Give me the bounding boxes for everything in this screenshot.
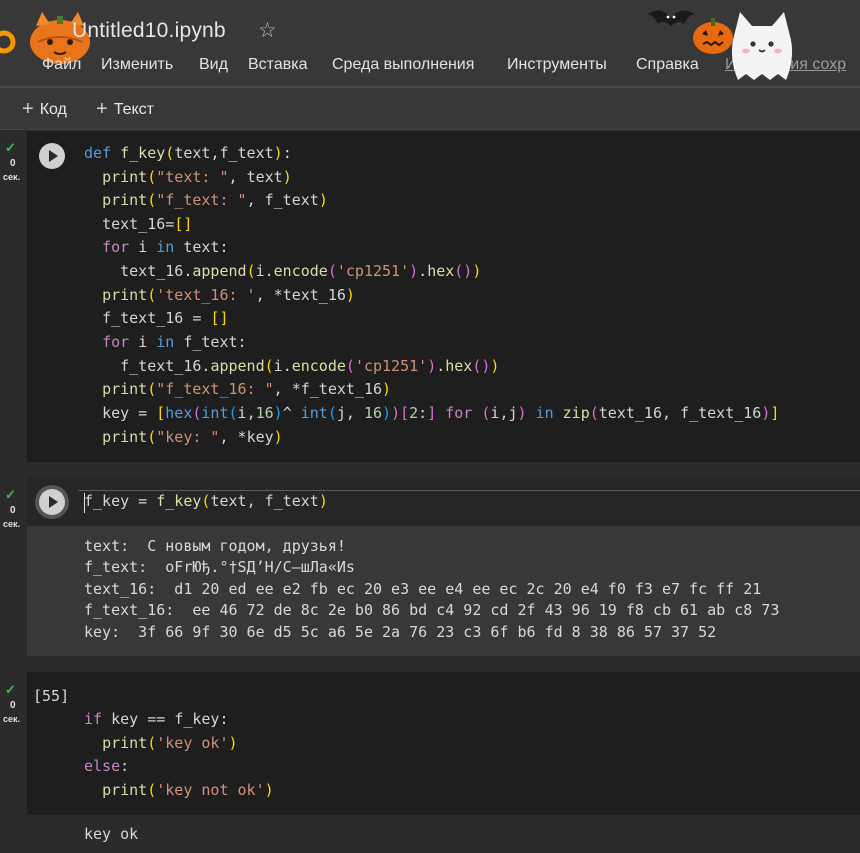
code-line: key = [hex(int(i,16)^ int(j, 16))[2:] fo… bbox=[102, 404, 780, 422]
check-icon: ✓ bbox=[5, 140, 16, 155]
execution-count: [55] bbox=[33, 687, 70, 705]
code-line: print("text: ", text) bbox=[102, 168, 292, 186]
app-header: Untitled10.ipynb ☆ Файл Изменить Вид Вст… bbox=[0, 0, 860, 86]
code-line: print("key: ", *key) bbox=[102, 428, 283, 446]
output-line: f_text_16: ee 46 72 de 8c 2e b0 86 bd c4… bbox=[84, 601, 780, 619]
exec-time-unit: сек. bbox=[3, 519, 21, 529]
check-icon: ✓ bbox=[5, 487, 16, 502]
menu-tools[interactable]: Инструменты bbox=[507, 56, 607, 74]
star-icon[interactable]: ☆ bbox=[258, 18, 277, 43]
menu-file[interactable]: Файл bbox=[42, 56, 81, 74]
cell-output bbox=[27, 815, 860, 853]
output-line: key ok bbox=[84, 825, 139, 843]
notebook-toolbar: + Код + Текст bbox=[0, 88, 860, 130]
menu-view[interactable]: Вид bbox=[199, 56, 228, 74]
code-line: print("f_text: ", f_text) bbox=[102, 191, 328, 209]
add-text-label: Текст bbox=[113, 101, 154, 118]
menu-runtime[interactable]: Среда выполнения bbox=[332, 56, 474, 74]
menu-insert[interactable]: Вставка bbox=[248, 56, 307, 74]
code-line: print('key not ok') bbox=[102, 781, 274, 799]
menu-edit[interactable]: Изменить bbox=[101, 56, 173, 74]
run-cell-button[interactable] bbox=[39, 489, 65, 515]
exec-time-unit: сек. bbox=[3, 172, 21, 182]
code-line: text_16.append(i.encode('cp1251').hex()) bbox=[120, 262, 482, 280]
run-cell-button[interactable] bbox=[39, 143, 65, 169]
exec-time-value: 0 bbox=[10, 158, 16, 169]
output-line: key: 3f 66 9f 30 6e d5 5c a6 5e 2a 76 23… bbox=[84, 623, 717, 641]
code-line: f_text_16 = [] bbox=[102, 309, 229, 327]
code-line: print('text_16: ', *text_16) bbox=[102, 286, 355, 304]
code-line: for i in f_text: bbox=[102, 333, 247, 351]
exec-time-value: 0 bbox=[10, 700, 16, 711]
code-line: f_key = f_key(text, f_text) bbox=[84, 492, 328, 510]
output-line: text: С новым годом, друзья! bbox=[84, 537, 346, 555]
code-line: if key == f_key: bbox=[84, 710, 229, 728]
code-line: text_16=[] bbox=[102, 215, 193, 233]
output-line: text_16: d1 20 ed ee e2 fb ec 20 e3 ee e… bbox=[84, 580, 762, 598]
plus-icon: + bbox=[96, 98, 108, 120]
drive-logo-icon[interactable] bbox=[0, 22, 22, 62]
output-line: f_text: оFrЮђ.°†SД’Н/С–шЛа«Иs bbox=[84, 558, 355, 576]
add-code-button[interactable]: + Код bbox=[22, 97, 67, 120]
code-line: else: bbox=[84, 757, 130, 775]
code-line: print('key ok') bbox=[102, 734, 238, 752]
exec-time-value: 0 bbox=[10, 505, 16, 516]
check-icon: ✓ bbox=[5, 682, 16, 697]
notebook-title[interactable]: Untitled10.ipynb bbox=[72, 19, 226, 43]
ghost-cat-icon bbox=[731, 12, 793, 80]
add-text-button[interactable]: + Текст bbox=[96, 97, 154, 120]
plus-icon: + bbox=[22, 98, 34, 120]
code-line: f_text_16.append(i.encode('cp1251').hex(… bbox=[120, 357, 500, 375]
code-line: for i in text: bbox=[102, 238, 229, 256]
menu-help[interactable]: Справка bbox=[636, 56, 699, 74]
code-line: print("f_text_16: ", *f_text_16) bbox=[102, 380, 392, 398]
code-line: def f_key(text,f_text): bbox=[84, 144, 292, 162]
add-code-label: Код bbox=[39, 101, 67, 118]
exec-time-unit: сек. bbox=[3, 714, 21, 724]
bat-icon bbox=[648, 10, 694, 26]
